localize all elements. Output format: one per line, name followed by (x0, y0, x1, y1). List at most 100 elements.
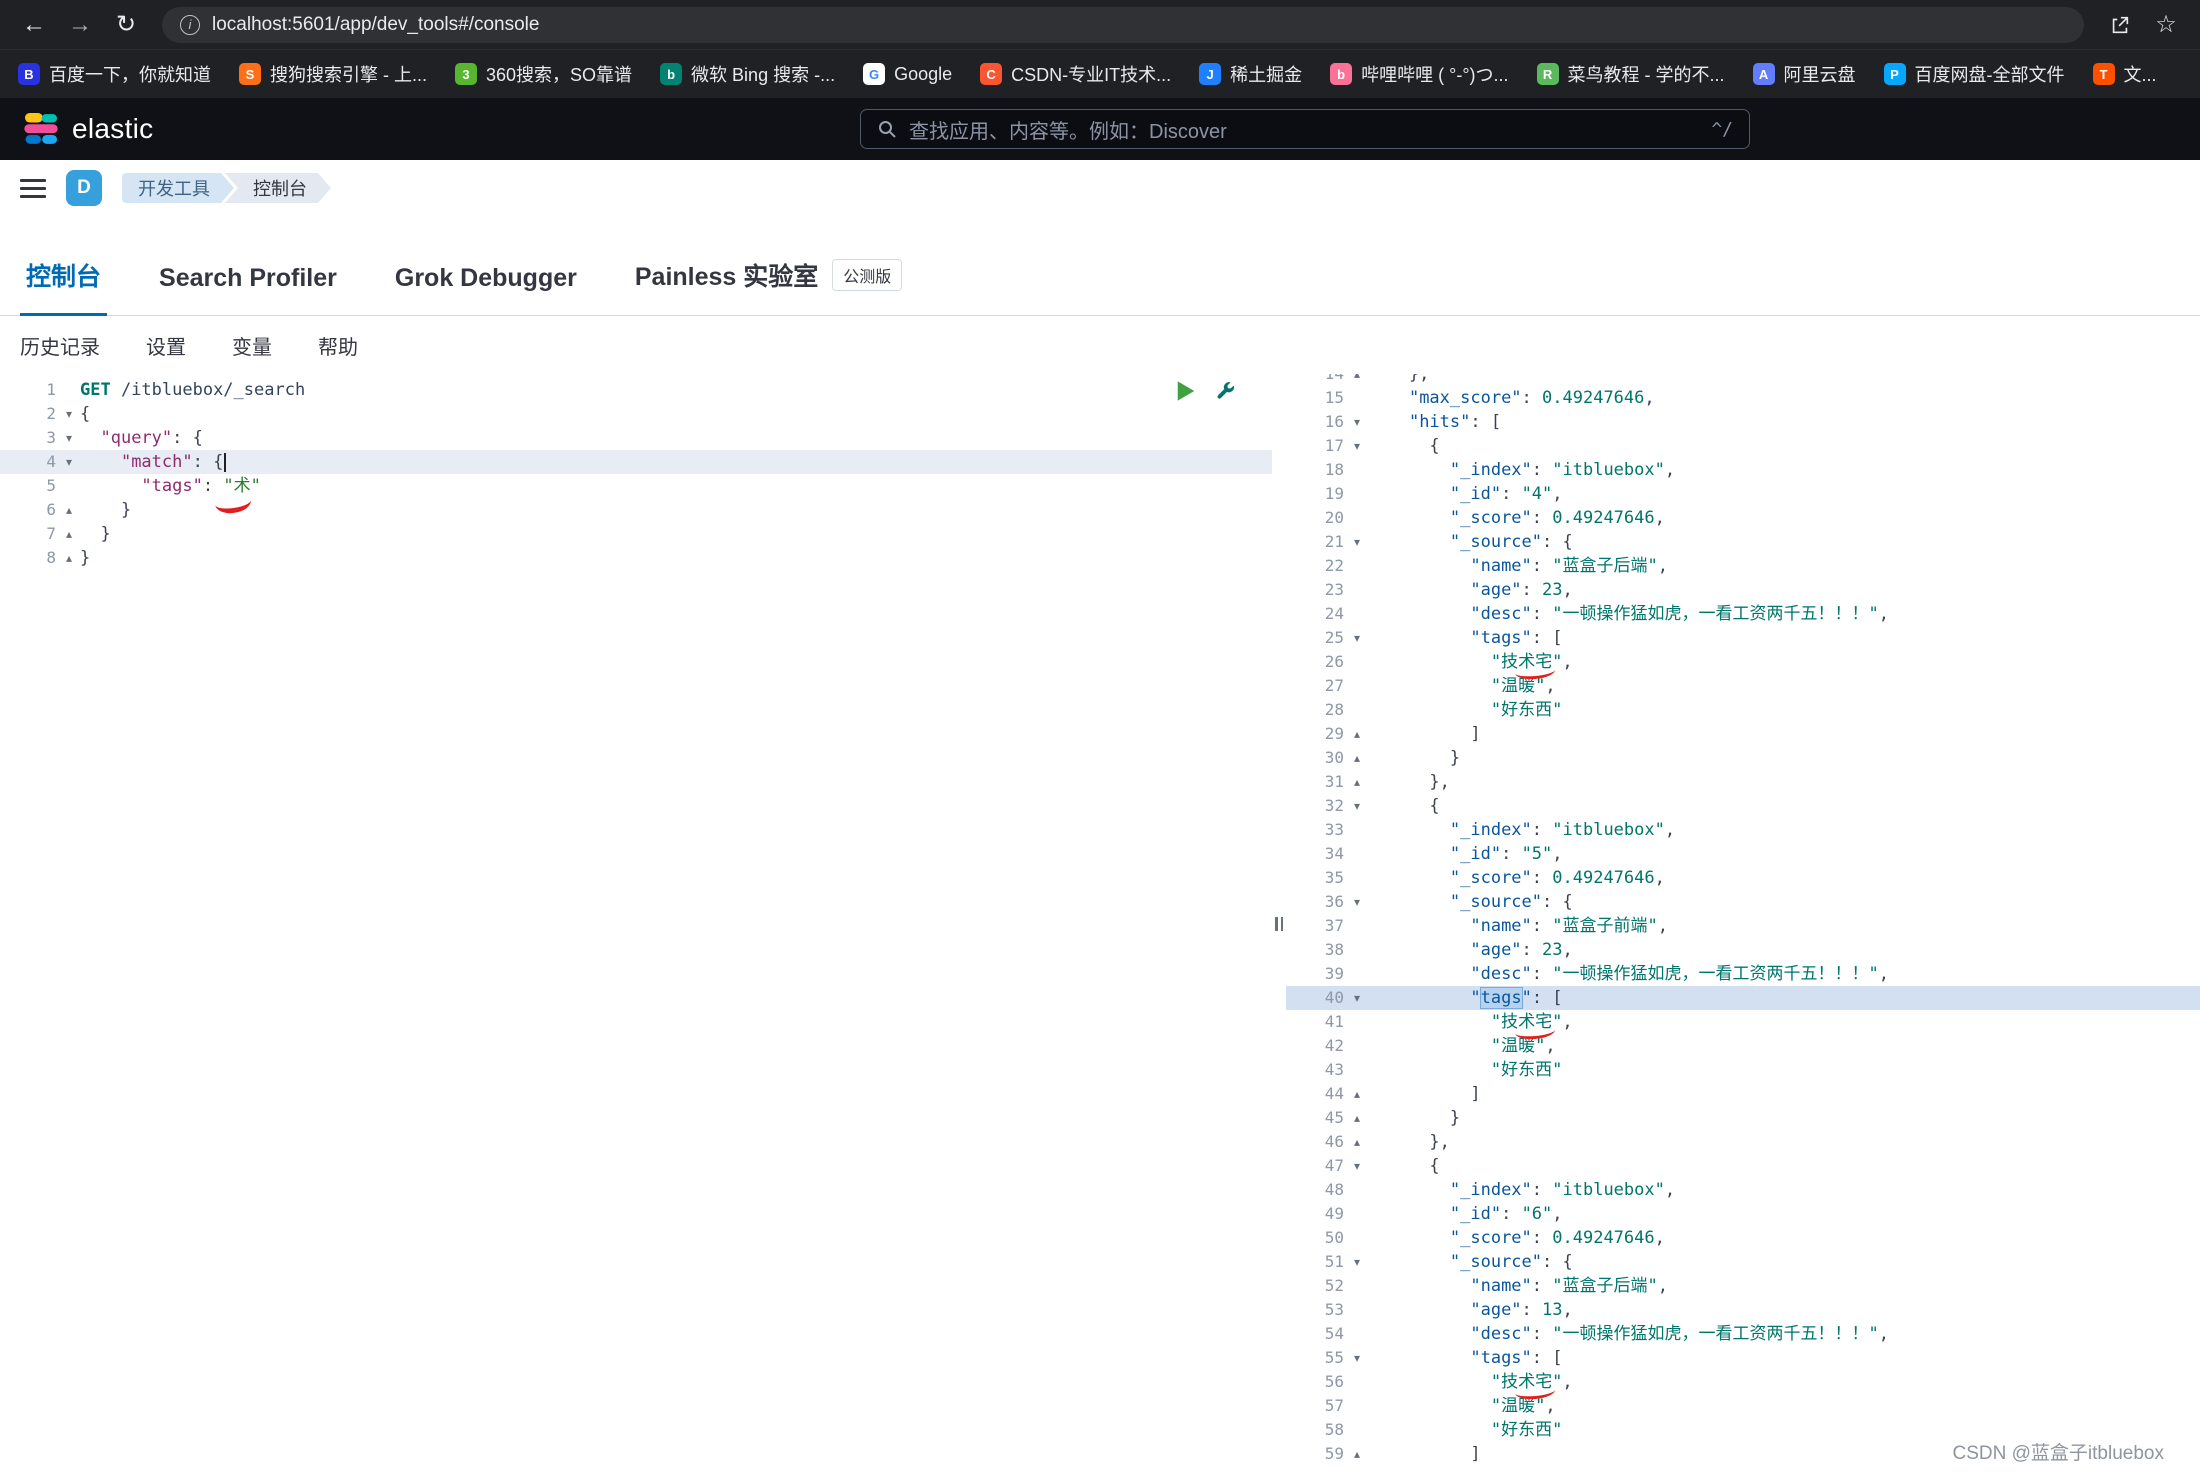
response-line[interactable]: 42 "温暖", (1286, 1034, 2200, 1058)
request-line[interactable]: 3▾ "query": { (0, 426, 1272, 450)
breadcrumb-item[interactable]: 控制台 (225, 173, 331, 203)
fold-toggle-icon[interactable]: ▴ (1346, 1106, 1368, 1130)
bookmark-item[interactable]: P百度网盘-全部文件 (1884, 61, 2065, 87)
fold-toggle-icon[interactable]: ▴ (1346, 374, 1368, 386)
bookmark-item[interactable]: b哔哩哔哩 ( °-°)つ... (1330, 61, 1508, 87)
space-avatar[interactable]: D (66, 170, 102, 206)
response-line[interactable]: 20 "_score": 0.49247646, (1286, 506, 2200, 530)
response-line[interactable]: 54 "desc": "一顿操作猛如虎，一看工资两千五！！！", (1286, 1322, 2200, 1346)
fold-toggle-icon[interactable]: ▾ (1346, 794, 1368, 818)
response-line[interactable]: 52 "name": "蓝盒子后端", (1286, 1274, 2200, 1298)
response-line[interactable]: 46▴ }, (1286, 1130, 2200, 1154)
response-line[interactable]: 23 "age": 23, (1286, 578, 2200, 602)
fold-toggle-icon[interactable]: ▾ (1346, 530, 1368, 554)
fold-toggle-icon[interactable]: ▾ (1346, 410, 1368, 434)
response-line[interactable]: 35 "_score": 0.49247646, (1286, 866, 2200, 890)
fold-toggle-icon[interactable]: ▴ (1346, 770, 1368, 794)
response-line[interactable]: 30▴ } (1286, 746, 2200, 770)
bookmark-item[interactable]: 3360搜索，SO靠谱 (455, 61, 632, 87)
bookmark-item[interactable]: R菜鸟教程 - 学的不... (1537, 61, 1725, 87)
fold-toggle-icon[interactable]: ▾ (1346, 1250, 1368, 1274)
bookmark-item[interactable]: T文... (2093, 61, 2157, 87)
response-line[interactable]: 16▾ "hits": [ (1286, 410, 2200, 434)
fold-toggle-icon[interactable]: ▴ (1346, 722, 1368, 746)
split-resize-handle[interactable] (1272, 374, 1286, 1473)
global-search-input[interactable]: 查找应用、内容等。例如：Discover ^/ (860, 109, 1750, 149)
console-menu-item[interactable]: 历史记录 (20, 331, 100, 360)
bookmark-item[interactable]: GGoogle (863, 63, 952, 85)
console-menu-item[interactable]: 设置 (146, 331, 186, 360)
fold-toggle-icon[interactable]: ▾ (58, 402, 80, 426)
response-line[interactable]: 48 "_index": "itbluebox", (1286, 1178, 2200, 1202)
request-line[interactable]: 4▾ "match": { (0, 450, 1272, 474)
request-line[interactable]: 7▴ } (0, 522, 1272, 546)
tab-Grok Debugger[interactable]: Grok Debugger (389, 264, 583, 315)
response-line[interactable]: 22 "name": "蓝盒子后端", (1286, 554, 2200, 578)
response-line[interactable]: 38 "age": 23, (1286, 938, 2200, 962)
tab-控制台[interactable]: 控制台 (20, 257, 107, 315)
response-line[interactable]: 24 "desc": "一顿操作猛如虎，一看工资两千五！！！", (1286, 602, 2200, 626)
bookmark-item[interactable]: S搜狗搜索引擎 - 上... (239, 61, 427, 87)
response-line[interactable]: 36▾ "_source": { (1286, 890, 2200, 914)
fold-toggle-icon[interactable]: ▴ (58, 498, 80, 522)
fold-toggle-icon[interactable]: ▴ (1346, 1130, 1368, 1154)
tab-Painless 实验室[interactable]: Painless 实验室公测版 (629, 257, 908, 315)
site-info-icon[interactable]: i (180, 15, 200, 35)
fold-toggle-icon[interactable]: ▾ (1346, 1346, 1368, 1370)
response-line[interactable]: 56 "技术宅", (1286, 1370, 2200, 1394)
response-line[interactable]: 50 "_score": 0.49247646, (1286, 1226, 2200, 1250)
response-line[interactable]: 53 "age": 13, (1286, 1298, 2200, 1322)
elastic-logo[interactable] (22, 110, 60, 148)
response-line[interactable]: 55▾ "tags": [ (1286, 1346, 2200, 1370)
bookmark-item[interactable]: CCSDN-专业IT技术... (980, 61, 1171, 87)
address-bar[interactable]: i localhost:5601/app/dev_tools#/console (162, 7, 2084, 43)
bookmark-item[interactable]: A阿里云盘 (1753, 61, 1856, 87)
response-line[interactable]: 51▾ "_source": { (1286, 1250, 2200, 1274)
response-line[interactable]: 39 "desc": "一顿操作猛如虎，一看工资两千五！！！", (1286, 962, 2200, 986)
request-editor[interactable]: 1GET /itbluebox/_search2▾{3▾ "query": {4… (0, 374, 1272, 1473)
response-line[interactable]: 29▴ ] (1286, 722, 2200, 746)
bookmark-star-icon[interactable]: ☆ (2148, 10, 2184, 39)
forward-icon[interactable]: → (62, 7, 98, 43)
fold-toggle-icon[interactable]: ▾ (58, 426, 80, 450)
response-line[interactable]: 17▾ { (1286, 434, 2200, 458)
response-line[interactable]: 47▾ { (1286, 1154, 2200, 1178)
bookmark-item[interactable]: B百度一下，你就知道 (18, 61, 211, 87)
response-line[interactable]: 44▴ ] (1286, 1082, 2200, 1106)
response-line[interactable]: 19 "_id": "4", (1286, 482, 2200, 506)
response-line[interactable]: 45▴ } (1286, 1106, 2200, 1130)
response-line[interactable]: 34 "_id": "5", (1286, 842, 2200, 866)
fold-toggle-icon[interactable]: ▴ (1346, 1442, 1368, 1466)
response-line[interactable]: 33 "_index": "itbluebox", (1286, 818, 2200, 842)
response-line[interactable]: 28 "好东西" (1286, 698, 2200, 722)
response-line[interactable]: 37 "name": "蓝盒子前端", (1286, 914, 2200, 938)
response-line[interactable]: 15 "max_score": 0.49247646, (1286, 386, 2200, 410)
response-line[interactable]: 18 "_index": "itbluebox", (1286, 458, 2200, 482)
response-line[interactable]: 57 "温暖", (1286, 1394, 2200, 1418)
breadcrumb-item[interactable]: 开发工具 (122, 173, 234, 203)
fold-toggle-icon[interactable]: ▴ (1346, 1082, 1368, 1106)
response-line[interactable]: 40▾ "tags": [ (1286, 986, 2200, 1010)
fold-toggle-icon[interactable]: ▾ (1346, 434, 1368, 458)
fold-toggle-icon[interactable]: ▴ (58, 522, 80, 546)
reload-icon[interactable]: ↻ (108, 7, 144, 43)
response-line[interactable]: 25▾ "tags": [ (1286, 626, 2200, 650)
console-menu-item[interactable]: 变量 (232, 331, 272, 360)
response-line[interactable]: 26 "技术宅", (1286, 650, 2200, 674)
wrench-icon[interactable] (1214, 380, 1236, 402)
fold-toggle-icon[interactable]: ▾ (58, 450, 80, 474)
bookmark-item[interactable]: J稀土掘金 (1199, 61, 1302, 87)
back-icon[interactable]: ← (16, 7, 52, 43)
response-line[interactable]: 31▴ }, (1286, 770, 2200, 794)
request-line[interactable]: 6▴ } (0, 498, 1272, 522)
fold-toggle-icon[interactable]: ▾ (1346, 1154, 1368, 1178)
fold-toggle-icon[interactable]: ▴ (58, 546, 80, 570)
response-line[interactable]: 14▴ }, (1286, 374, 2200, 386)
request-line[interactable]: 1GET /itbluebox/_search (0, 378, 1272, 402)
tab-Search Profiler[interactable]: Search Profiler (153, 264, 343, 315)
fold-toggle-icon[interactable]: ▾ (1346, 890, 1368, 914)
share-icon[interactable] (2102, 14, 2138, 36)
send-request-button[interactable] (1176, 380, 1196, 402)
request-line[interactable]: 8▴} (0, 546, 1272, 570)
response-line[interactable]: 49 "_id": "6", (1286, 1202, 2200, 1226)
